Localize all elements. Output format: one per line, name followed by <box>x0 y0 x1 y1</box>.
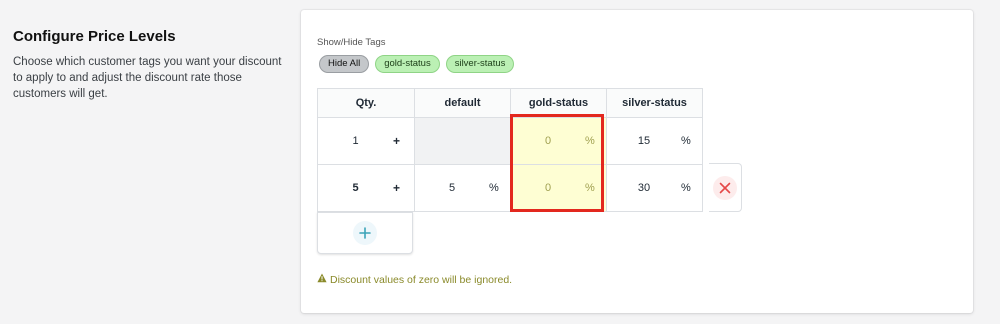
tag-toggle-silver-status[interactable]: silver-status <box>445 55 515 73</box>
qty-plus-label: + <box>393 181 401 195</box>
close-icon <box>713 175 737 200</box>
warning-icon <box>317 273 327 286</box>
column-header-qty: Qty. <box>317 88 415 118</box>
percent-label: % <box>681 182 691 194</box>
qty-cell: 1 + <box>317 117 415 165</box>
gold-status-cell: 0 % <box>510 164 607 212</box>
remove-row-button[interactable] <box>709 163 742 212</box>
silver-status-cell: 15 % <box>606 117 703 165</box>
silver-status-cell: 30 % <box>606 164 703 212</box>
percent-label: % <box>585 182 595 194</box>
default-cell-disabled <box>414 117 511 165</box>
hide-all-button[interactable]: Hide All <box>319 55 370 73</box>
gold-status-input[interactable]: 0 <box>511 135 585 147</box>
gold-status-cell: 0 % <box>510 117 607 165</box>
default-cell: 5 % <box>414 164 511 212</box>
default-input[interactable]: 5 <box>415 182 489 194</box>
percent-label: % <box>489 182 499 194</box>
tag-toggle-gold-status[interactable]: gold-status <box>375 55 440 73</box>
plus-icon <box>353 221 377 245</box>
warning-text: Discount values of zero will be ignored. <box>330 273 513 286</box>
silver-status-input[interactable]: 30 <box>607 182 681 194</box>
column-header-default: default <box>414 88 511 118</box>
qty-input[interactable]: 1 <box>318 135 393 147</box>
intro-section: Configure Price Levels Choose which cust… <box>13 28 283 102</box>
add-row-button[interactable] <box>317 212 413 254</box>
gold-status-input[interactable]: 0 <box>511 182 585 194</box>
table-row: 1 + 0 % 15 % <box>317 117 703 165</box>
column-header-gold-status: gold-status <box>510 88 607 118</box>
silver-status-input[interactable]: 15 <box>607 135 681 147</box>
tags-label: Show/Hide Tags <box>317 37 386 48</box>
qty-cell: 5 + <box>317 164 415 212</box>
price-level-table: Qty. default gold-status silver-status 1… <box>317 88 703 212</box>
section-description: Choose which customer tags you want your… <box>13 56 282 100</box>
price-levels-card: Show/Hide Tags Hide All gold-status silv… <box>301 10 973 313</box>
percent-label: % <box>681 135 691 147</box>
zero-value-warning: Discount values of zero will be ignored. <box>317 273 512 286</box>
section-title: Configure Price Levels <box>13 28 176 45</box>
percent-label: % <box>585 135 595 147</box>
table-row: 5 + 5 % 0 % 30 % <box>317 164 703 212</box>
table-header-row: Qty. default gold-status silver-status <box>317 88 703 118</box>
qty-input[interactable]: 5 <box>318 182 393 194</box>
tag-toggle-group: Hide All gold-status silver-status <box>319 55 515 73</box>
column-header-silver-status: silver-status <box>606 88 703 118</box>
qty-plus-label: + <box>393 134 401 148</box>
